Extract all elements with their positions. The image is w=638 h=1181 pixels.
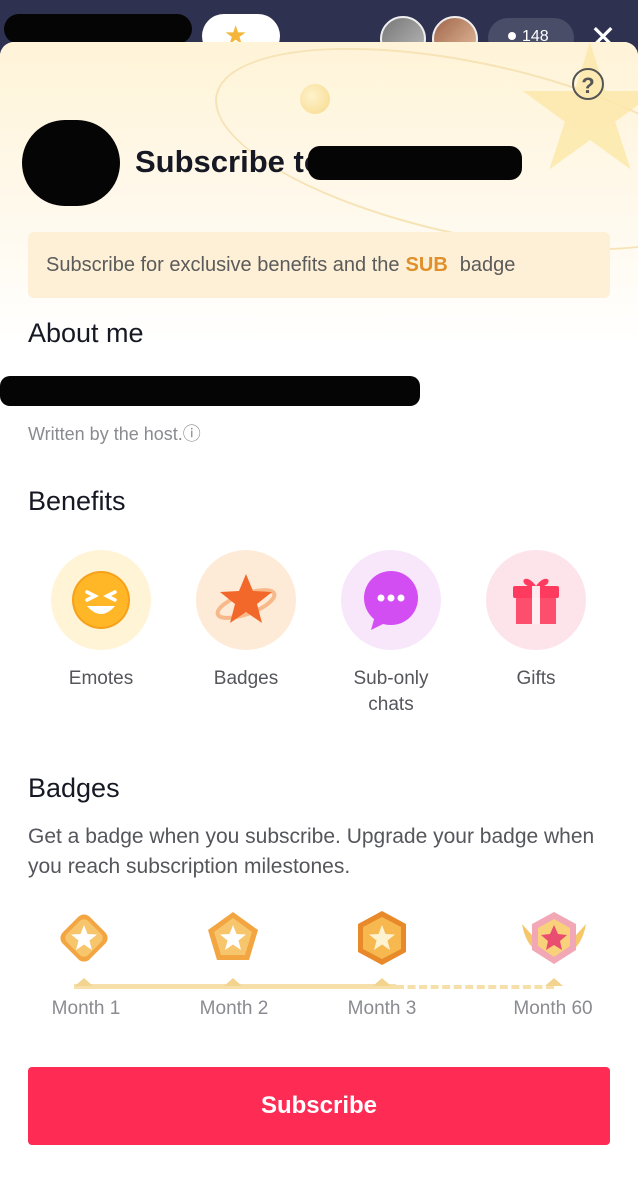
sheet-title: Subscribe to <box>135 144 323 180</box>
help-icon[interactable]: ? <box>572 68 604 100</box>
month-3-badge-icon <box>352 908 412 968</box>
benefit-label: Sub-only chats <box>353 668 429 715</box>
emote-icon <box>51 550 151 650</box>
badges-heading: Badges <box>28 773 120 803</box>
month-60-badge-icon <box>516 908 592 968</box>
person-icon <box>508 32 516 40</box>
month-1-badge-icon <box>54 908 114 968</box>
written-by-text: Written by the host. <box>28 424 183 444</box>
banner-text: Subscribe for exclusive benefits and the <box>46 253 400 276</box>
redacted-host-username <box>308 146 522 180</box>
sub-badge-label: SUB <box>405 253 448 276</box>
redacted-host-name <box>4 14 192 44</box>
milestone-label: Month 2 <box>199 998 269 1019</box>
decorative-planet <box>300 84 330 114</box>
benefit-sub-only-chats[interactable]: Sub-only chats <box>321 550 461 718</box>
milestone-tick <box>373 978 391 986</box>
benefit-gifts[interactable]: Gifts <box>466 550 606 692</box>
benefit-badges[interactable]: Badges <box>176 550 316 692</box>
subscribe-sheet: ? Subscribe to Subscribe for exclusive b… <box>0 42 638 1181</box>
benefit-label: Badges <box>213 668 279 689</box>
benefit-label: Gifts <box>516 668 556 689</box>
milestone-tick <box>224 978 242 986</box>
title-prefix: Subscribe to <box>135 144 323 179</box>
gift-icon <box>486 550 586 650</box>
badges-description: Get a badge when you subscribe. Upgrade … <box>28 825 595 878</box>
milestone-label: Month 1 <box>51 998 121 1019</box>
badge-star-icon <box>196 550 296 650</box>
subscribe-button[interactable]: Subscribe <box>28 1067 610 1145</box>
milestone-tick <box>545 978 563 986</box>
milestone-label: Month 3 <box>347 998 417 1019</box>
milestone-label: Month 60 <box>513 998 593 1019</box>
benefit-emotes[interactable]: Emotes <box>31 550 171 692</box>
milestone-tick <box>75 978 93 986</box>
info-icon[interactable]: ⓘ <box>183 424 201 444</box>
about-heading: About me <box>28 318 144 348</box>
milestone-track-dashed <box>396 985 554 989</box>
redacted-about-text <box>0 376 420 406</box>
subscribe-banner: Subscribe for exclusive benefits and the… <box>28 232 610 298</box>
written-by-host: Written by the host.ⓘ <box>28 420 201 446</box>
month-2-badge-icon <box>203 908 263 968</box>
banner-suffix: badge <box>459 253 516 276</box>
redacted-host-avatar <box>22 120 120 206</box>
benefit-label: Emotes <box>68 668 134 689</box>
benefits-heading: Benefits <box>28 486 126 516</box>
chat-bubble-icon <box>341 550 441 650</box>
